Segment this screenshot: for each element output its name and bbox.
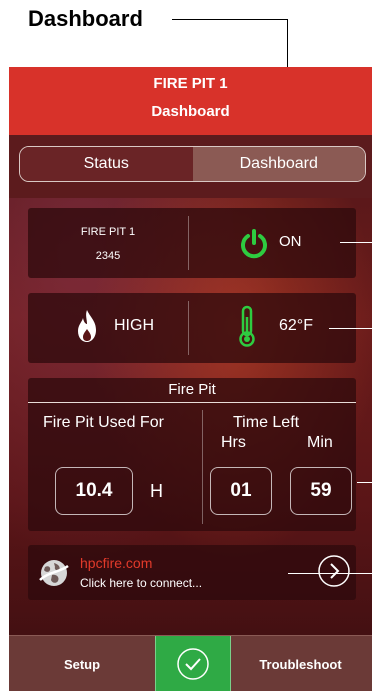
globe-icon [39, 560, 69, 586]
leader-timer [357, 482, 372, 483]
callout-title: Dashboard [28, 6, 143, 31]
nav-setup[interactable]: Setup [9, 636, 155, 691]
leader-link [288, 573, 372, 574]
card-divider [202, 410, 203, 524]
firepit-timer-card: Fire Pit Fire Pit Used For 10.4 H Time L… [28, 378, 356, 531]
thermometer-icon [239, 305, 255, 347]
temperature: 62°F [279, 317, 313, 334]
device-id: 2345 [95, 250, 121, 262]
nav-confirm[interactable] [155, 636, 231, 691]
app-header: FIRE PIT 1 Dashboard [9, 67, 372, 135]
flame-level: HIGH [114, 317, 154, 334]
time-left-label: Time Left [233, 414, 300, 431]
flame-icon[interactable] [76, 309, 98, 343]
power-state: ON [279, 233, 302, 250]
phone-screen: FIRE PIT 1 Dashboard Status Dashboard FI… [9, 67, 372, 691]
card-divider [188, 301, 189, 355]
header-device-name: FIRE PIT 1 [153, 75, 228, 92]
segmented-tabs: Status Dashboard [19, 146, 366, 182]
flame-temp-card: HIGH 62°F [28, 293, 356, 363]
bottom-nav: Setup Troubleshoot [9, 635, 372, 691]
check-icon [177, 648, 209, 680]
header-page-title: Dashboard [151, 103, 230, 120]
used-for-label: Fire Pit Used For [43, 414, 164, 431]
used-for-value: 10.4 [55, 467, 133, 515]
connect-hint: Click here to connect... [80, 576, 203, 590]
device-power-card: FIRE PIT 1 2345 ON [28, 208, 356, 278]
tab-dashboard[interactable]: Dashboard [192, 147, 365, 181]
min-value[interactable]: 59 [290, 467, 352, 515]
leader-temp [329, 328, 372, 329]
hrs-label: Hrs [221, 434, 246, 451]
device-name: FIRE PIT 1 [80, 226, 136, 238]
callout-leader-top [172, 19, 287, 20]
leader-power [340, 242, 372, 243]
firepit-title-underline [28, 402, 356, 403]
website-link[interactable]: hpcfire.com [80, 555, 152, 571]
firepit-title: Fire Pit [168, 381, 216, 398]
min-label: Min [307, 434, 333, 451]
hrs-value[interactable]: 01 [210, 467, 272, 515]
tab-status[interactable]: Status [20, 147, 193, 181]
nav-troubleshoot[interactable]: Troubleshoot [229, 636, 372, 691]
card-divider [188, 216, 189, 270]
used-for-unit: H [150, 481, 163, 501]
chevron-right-icon[interactable] [317, 554, 351, 588]
power-icon[interactable] [238, 228, 270, 260]
